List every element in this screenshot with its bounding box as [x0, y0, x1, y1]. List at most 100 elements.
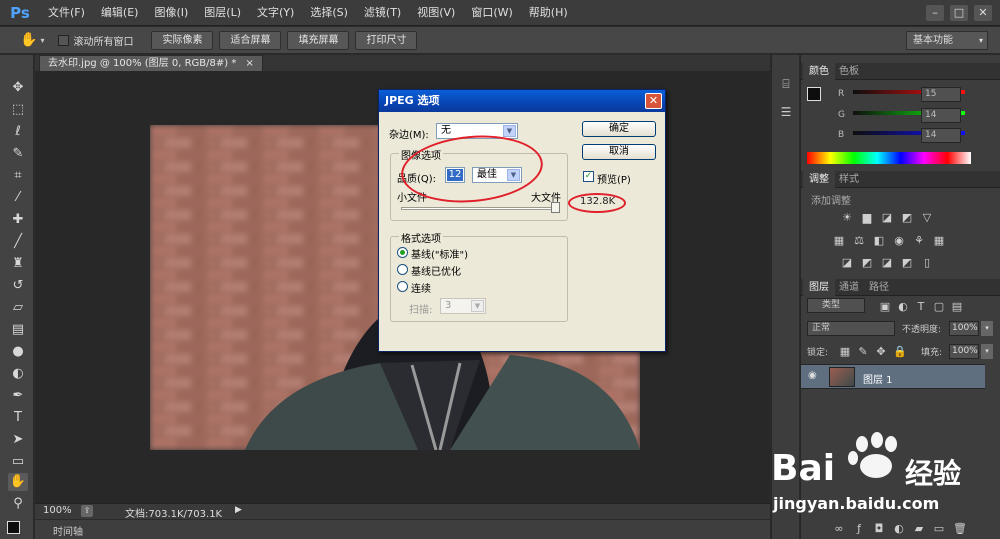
menu-filter[interactable]: 滤镜(T): [356, 0, 409, 26]
crop-tool-icon[interactable]: ⌗: [8, 167, 28, 185]
lock-all-icon[interactable]: 🔒: [893, 346, 907, 357]
menu-select[interactable]: 选择(S): [302, 0, 356, 26]
menu-file[interactable]: 文件(F): [40, 0, 93, 26]
type-tool-icon[interactable]: T: [8, 409, 28, 427]
levels-icon[interactable]: ▆: [861, 212, 873, 223]
menu-help[interactable]: 帮助(H): [521, 0, 576, 26]
quick-select-tool-icon[interactable]: ✎: [8, 145, 28, 163]
lock-pixels-icon[interactable]: ▦: [839, 346, 851, 357]
link-layers-icon[interactable]: ∞: [833, 523, 845, 534]
marquee-tool-icon[interactable]: ⬚: [8, 101, 28, 119]
selective-color-icon[interactable]: ◩: [901, 257, 913, 268]
minimize-button[interactable]: –: [926, 4, 944, 21]
green-value[interactable]: 14: [921, 108, 961, 123]
fill-dropdown-icon[interactable]: ▾: [981, 344, 993, 359]
foreground-color-swatch[interactable]: [7, 521, 20, 534]
document-tab[interactable]: 去水印.jpg @ 100% (图层 0, RGB/8#) * ×: [39, 55, 263, 71]
menu-edit[interactable]: 编辑(E): [93, 0, 147, 26]
cancel-button[interactable]: 取消: [582, 144, 656, 160]
channel-mixer-icon[interactable]: ⚘: [913, 235, 925, 246]
dialog-titlebar[interactable]: JPEG 选项: [379, 90, 665, 112]
close-window-button[interactable]: ✕: [974, 4, 992, 21]
ok-button[interactable]: 确定: [582, 121, 656, 137]
dialog-close-button[interactable]: ✕: [645, 93, 662, 109]
color-lookup-icon[interactable]: ▦: [933, 235, 945, 246]
hand-tool-icon[interactable]: ✋: [20, 32, 37, 48]
status-menu-arrow-icon[interactable]: ▶: [235, 505, 242, 515]
posterize-icon[interactable]: ◩: [861, 257, 873, 268]
lasso-tool-icon[interactable]: ℓ: [8, 123, 28, 141]
gradient-tool-icon[interactable]: ▤: [8, 321, 28, 339]
actual-pixels-button[interactable]: 实际像素: [151, 30, 214, 50]
invert-icon[interactable]: ◪: [841, 257, 853, 268]
curves-icon[interactable]: ◪: [881, 212, 893, 223]
threshold-icon[interactable]: ◪: [881, 257, 893, 268]
brightness-icon[interactable]: ☀: [841, 212, 853, 223]
close-icon[interactable]: ×: [246, 58, 254, 69]
opacity-dropdown-icon[interactable]: ▾: [981, 321, 993, 336]
vibrance-icon[interactable]: ▽: [921, 212, 933, 223]
blur-tool-icon[interactable]: ●: [8, 343, 28, 361]
scroll-all-windows-checkbox[interactable]: [58, 34, 70, 46]
color-balance-icon[interactable]: ⚖: [853, 235, 865, 246]
filter-shape-icon[interactable]: ▢: [933, 301, 945, 312]
export-icon[interactable]: ⇪: [81, 505, 93, 517]
menu-view[interactable]: 视图(V): [409, 0, 463, 26]
baseline-optimized-radio[interactable]: [397, 264, 408, 275]
tab-paths[interactable]: 路径: [863, 279, 895, 296]
quality-slider-thumb[interactable]: [551, 202, 560, 213]
menu-image[interactable]: 图像(I): [146, 0, 196, 26]
preview-checkbox[interactable]: ✓: [583, 171, 594, 182]
new-layer-icon[interactable]: ▭: [933, 523, 945, 534]
color-spectrum-bar[interactable]: [807, 152, 971, 164]
gradient-map-icon[interactable]: ▯: [921, 257, 933, 268]
shape-tool-icon[interactable]: ▭: [8, 453, 28, 471]
filter-pixel-icon[interactable]: ▣: [879, 301, 891, 312]
tab-layers[interactable]: 图层: [803, 279, 835, 296]
exposure-icon[interactable]: ◩: [901, 212, 913, 223]
tab-channels[interactable]: 通道: [833, 279, 865, 296]
tab-color[interactable]: 颜色: [803, 63, 835, 80]
tab-styles[interactable]: 样式: [833, 171, 865, 188]
healing-brush-tool-icon[interactable]: ✚: [8, 211, 28, 229]
path-select-tool-icon[interactable]: ➤: [8, 431, 28, 449]
eyedropper-tool-icon[interactable]: ⁄: [8, 189, 28, 207]
workspace-select[interactable]: 基本功能 ▾: [906, 31, 988, 50]
eraser-tool-icon[interactable]: ▱: [8, 299, 28, 317]
filter-type-icon[interactable]: T: [915, 301, 927, 312]
photo-filter-icon[interactable]: ◉: [893, 235, 905, 246]
baseline-standard-radio[interactable]: [397, 247, 408, 258]
fill-screen-button[interactable]: 填充屏幕: [287, 30, 350, 50]
quality-slider-track[interactable]: [401, 207, 559, 210]
menu-window[interactable]: 窗口(W): [463, 0, 520, 26]
zoom-level[interactable]: 100%: [43, 505, 72, 516]
filter-smart-object-icon[interactable]: ▤: [951, 301, 963, 312]
red-value[interactable]: 15: [921, 87, 961, 102]
blend-mode-select[interactable]: 正常: [807, 321, 895, 336]
print-size-button[interactable]: 打印尺寸: [355, 30, 418, 50]
hand-tool-icon[interactable]: ✋: [8, 473, 28, 491]
dodge-tool-icon[interactable]: ◐: [8, 365, 28, 383]
tab-adjustments[interactable]: 调整: [803, 171, 835, 188]
tool-preset-arrow-icon[interactable]: ▾: [40, 36, 44, 45]
layer-filter-select[interactable]: 类型: [807, 298, 865, 313]
filter-adjustment-icon[interactable]: ◐: [897, 301, 909, 312]
lock-position-icon[interactable]: ✥: [875, 346, 887, 357]
move-tool-icon[interactable]: ✥: [8, 79, 28, 97]
fill-input[interactable]: 100%: [949, 344, 979, 359]
tab-swatches[interactable]: 色板: [833, 63, 865, 80]
hue-saturation-icon[interactable]: ▦: [833, 235, 845, 246]
new-adjustment-layer-icon[interactable]: ◐: [893, 523, 905, 534]
pen-tool-icon[interactable]: ✒: [8, 387, 28, 405]
clone-stamp-tool-icon[interactable]: ♜: [8, 255, 28, 273]
fit-screen-button[interactable]: 适合屏幕: [219, 30, 282, 50]
properties-panel-icon[interactable]: ☰: [778, 105, 794, 119]
menu-layer[interactable]: 图层(L): [196, 0, 249, 26]
new-group-icon[interactable]: ▰: [913, 523, 925, 534]
progressive-radio[interactable]: [397, 281, 408, 292]
lock-paint-icon[interactable]: ✎: [857, 346, 869, 357]
eye-icon[interactable]: ◉: [808, 370, 817, 381]
history-panel-icon[interactable]: ⌸: [778, 77, 794, 91]
history-brush-tool-icon[interactable]: ↺: [8, 277, 28, 295]
maximize-button[interactable]: □: [950, 4, 968, 21]
